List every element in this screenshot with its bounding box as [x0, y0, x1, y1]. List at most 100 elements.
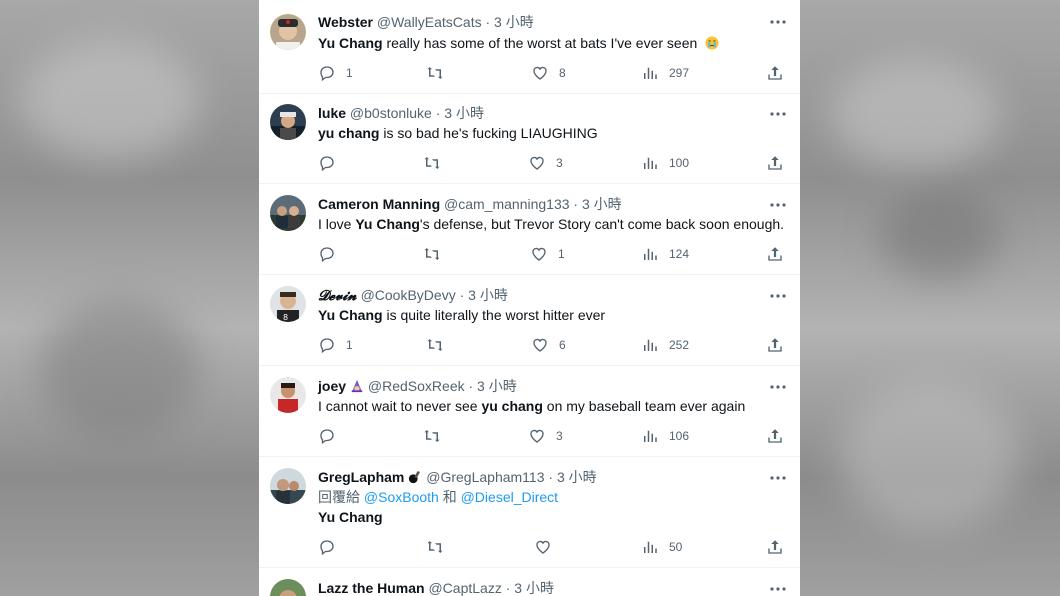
tweet[interactable]: 8 𝓓𝓮𝓿𝓲𝓷 @CookByDevy · 3 小時 Yu Chang is q…: [259, 274, 800, 366]
tweet-feed: Webster @WallyEatsCats · 3 小時 Yu Chang r…: [259, 0, 800, 596]
retweet-button[interactable]: [423, 153, 451, 173]
like-button[interactable]: 8: [531, 63, 566, 83]
reply-to-mention[interactable]: @SoxBooth: [364, 489, 439, 505]
timestamp[interactable]: · 3 小時: [469, 378, 517, 394]
tweet-actions: 50: [318, 537, 788, 557]
share-button[interactable]: [766, 63, 784, 83]
like-count: 3: [556, 429, 563, 443]
timestamp[interactable]: · 3 小時: [485, 14, 533, 30]
handle[interactable]: @CookByDevy: [361, 287, 456, 303]
retweet-button[interactable]: [426, 63, 454, 83]
avatar[interactable]: [270, 104, 306, 140]
reply-to-mention[interactable]: @Diesel_Direct: [461, 489, 558, 505]
text-segment: is so bad he's fucking LIAUGHING: [379, 125, 598, 141]
handle[interactable]: @RedSoxReek: [368, 378, 465, 394]
avatar[interactable]: [270, 579, 306, 596]
wizard-icon: [351, 379, 363, 393]
retweet-icon: [427, 67, 443, 79]
retweet-icon: [427, 541, 443, 553]
views-count: 252: [669, 338, 690, 352]
reply-button[interactable]: 1: [318, 335, 353, 355]
more-icon[interactable]: [768, 12, 788, 32]
avatar[interactable]: [270, 468, 306, 504]
timestamp[interactable]: · 3 小時: [573, 196, 621, 212]
more-icon[interactable]: [768, 286, 788, 306]
avatar[interactable]: [270, 377, 306, 413]
avatar[interactable]: [270, 14, 306, 50]
like-button[interactable]: [534, 537, 562, 557]
more-icon[interactable]: [768, 104, 788, 124]
share-button[interactable]: [766, 244, 784, 264]
reply-icon: [320, 338, 334, 354]
baseball-bat-icon: [409, 471, 421, 484]
handle[interactable]: @cam_manning133: [444, 196, 570, 212]
handle[interactable]: @b0stonluke: [350, 105, 432, 121]
retweet-button[interactable]: [426, 335, 454, 355]
display-name[interactable]: Lazz the Human: [318, 580, 425, 596]
more-icon[interactable]: [768, 377, 788, 397]
display-name[interactable]: joey: [318, 378, 346, 394]
views-button[interactable]: 50: [641, 537, 682, 557]
tweet[interactable]: joey @RedSoxReek · 3 小時 I cannot wait to…: [259, 365, 800, 457]
views-count: 124: [669, 247, 690, 261]
reply-button[interactable]: [318, 537, 346, 557]
display-name[interactable]: luke: [318, 105, 346, 121]
retweet-button[interactable]: [423, 244, 451, 264]
tweet-actions: 1 124: [318, 244, 788, 264]
tweet[interactable]: Lazz the Human @CaptLazz · 3 小時: [259, 567, 800, 596]
share-button[interactable]: [766, 153, 784, 173]
share-icon: [768, 338, 782, 352]
tweet[interactable]: GregLapham @GregLapham113 · 3 小時 回覆給 @So…: [259, 456, 800, 568]
handle[interactable]: @WallyEatsCats: [377, 14, 482, 30]
share-button[interactable]: [766, 335, 784, 355]
reply-button[interactable]: [318, 244, 346, 264]
more-icon[interactable]: [768, 468, 788, 488]
views-button[interactable]: 252: [641, 335, 689, 355]
like-button[interactable]: 3: [528, 153, 563, 173]
timestamp[interactable]: · 3 小時: [460, 287, 508, 303]
reply-to-and: 和: [438, 489, 461, 505]
views-button[interactable]: 100: [641, 153, 689, 173]
tweet[interactable]: Cameron Manning @cam_manning133 · 3 小時 I…: [259, 183, 800, 275]
more-icon[interactable]: [768, 579, 788, 596]
more-icon[interactable]: [768, 195, 788, 215]
views-button[interactable]: 106: [641, 426, 689, 446]
reply-button[interactable]: 1: [318, 63, 353, 83]
views-button[interactable]: 297: [641, 63, 689, 83]
mention-bold: yu chang: [481, 398, 543, 414]
share-button[interactable]: [766, 426, 784, 446]
like-button[interactable]: 3: [528, 426, 563, 446]
display-name[interactable]: GregLapham: [318, 469, 404, 485]
handle[interactable]: @GregLapham113: [426, 469, 544, 485]
share-button[interactable]: [766, 537, 784, 557]
timestamp[interactable]: · 3 小時: [548, 469, 596, 485]
tweet[interactable]: Webster @WallyEatsCats · 3 小時 Yu Chang r…: [259, 0, 800, 94]
retweet-button[interactable]: [426, 537, 454, 557]
avatar[interactable]: 8: [270, 286, 306, 322]
timestamp[interactable]: · 3 小時: [436, 105, 484, 121]
retweet-button[interactable]: [423, 426, 451, 446]
reply-icon: [320, 540, 334, 556]
handle[interactable]: @CaptLazz: [428, 580, 501, 596]
tweet-header: Cameron Manning @cam_manning133 · 3 小時: [318, 194, 622, 214]
share-icon: [768, 540, 782, 554]
tweet-actions: 1 6 252: [318, 335, 788, 355]
text-segment: really has some of the worst at bats I'v…: [382, 35, 702, 51]
reply-button[interactable]: [318, 153, 346, 173]
like-icon: [532, 247, 546, 261]
tweet-actions: 1 8 297: [318, 63, 788, 83]
timestamp[interactable]: · 3 小時: [506, 580, 554, 596]
views-button[interactable]: 124: [641, 244, 689, 264]
blurred-background-left: [0, 0, 259, 596]
like-icon: [533, 338, 547, 352]
tweet[interactable]: luke @b0stonluke · 3 小時 yu chang is so b…: [259, 93, 800, 184]
like-icon: [530, 156, 544, 170]
display-name[interactable]: Cameron Manning: [318, 196, 440, 212]
like-button[interactable]: 6: [531, 335, 566, 355]
display-name[interactable]: 𝓓𝓮𝓿𝓲𝓷: [318, 288, 357, 304]
reply-button[interactable]: [318, 426, 346, 446]
display-name[interactable]: Webster: [318, 14, 373, 30]
avatar[interactable]: [270, 195, 306, 231]
views-icon: [644, 339, 657, 351]
like-button[interactable]: 1: [530, 244, 565, 264]
